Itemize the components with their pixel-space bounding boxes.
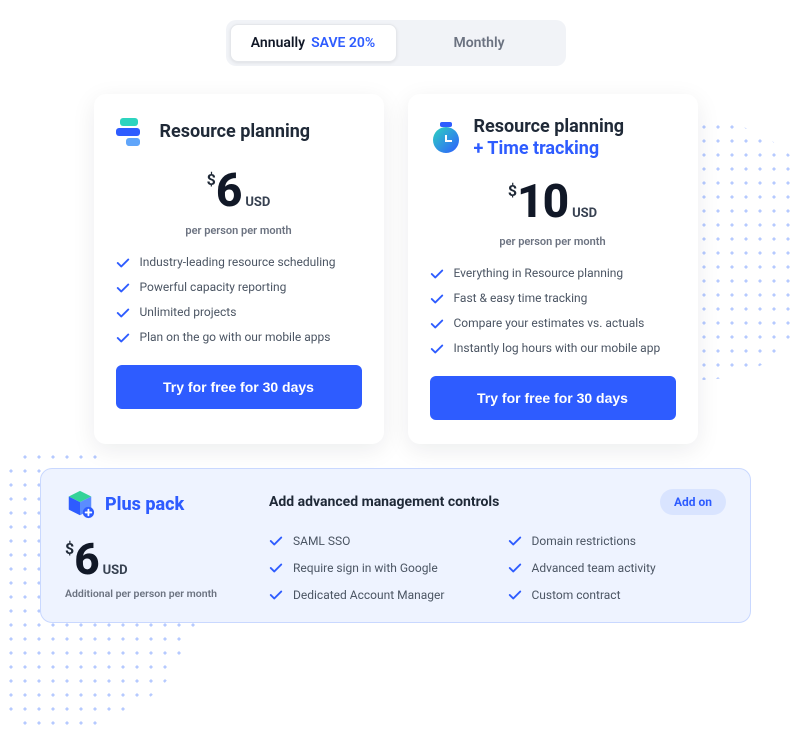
feature-text: Compare your estimates vs. actuals	[454, 316, 645, 330]
stopwatch-icon	[430, 122, 462, 154]
check-icon	[430, 292, 444, 306]
check-icon	[508, 561, 522, 575]
price-usd: USD	[572, 206, 597, 221]
plus-pack-title: Plus pack	[105, 494, 184, 515]
check-icon	[116, 306, 130, 320]
feature-item: Unlimited projects	[116, 305, 362, 320]
feature-text: Dedicated Account Manager	[293, 588, 444, 602]
check-icon	[116, 331, 130, 345]
plus-pack-per: Additional per person per month	[65, 587, 245, 600]
plus-pack-desc: Add advanced management controls	[269, 494, 499, 510]
feature-item: Instantly log hours with our mobile app	[430, 341, 676, 356]
plan-features: Everything in Resource planning Fast & e…	[430, 266, 676, 356]
plus-pack-price: $6 USD	[65, 533, 245, 585]
check-icon	[430, 317, 444, 331]
plus-pack-right: Add advanced management controls Add on …	[269, 489, 726, 602]
plan-title: Resource planning	[160, 121, 311, 143]
feature-item: Advanced team activity	[508, 560, 727, 575]
toggle-annual-save: SAVE 20%	[311, 35, 375, 51]
price-usd: USD	[245, 195, 270, 210]
plan-price: $10 USD	[430, 175, 676, 229]
check-icon	[116, 256, 130, 270]
feature-text: Domain restrictions	[532, 534, 637, 548]
feature-text: Advanced team activity	[532, 561, 656, 575]
feature-text: Everything in Resource planning	[454, 266, 624, 280]
feature-item: Dedicated Account Manager	[269, 587, 488, 602]
plus-pack-features: SAML SSO Domain restrictions Require sig…	[269, 533, 726, 602]
feature-item: Powerful capacity reporting	[116, 280, 362, 295]
feature-text: Fast & easy time tracking	[454, 291, 588, 305]
toggle-annual-label: Annually	[251, 35, 305, 51]
price-currency: $	[207, 170, 216, 189]
check-icon	[269, 534, 283, 548]
feature-item: Plan on the go with our mobile apps	[116, 330, 362, 345]
price-usd: USD	[103, 563, 128, 578]
price-per: per person per month	[116, 224, 362, 237]
check-icon	[508, 534, 522, 548]
feature-text: Plan on the go with our mobile apps	[140, 330, 331, 344]
feature-text: Industry-leading resource scheduling	[140, 255, 336, 269]
check-icon	[116, 281, 130, 295]
price-currency: $	[65, 539, 74, 558]
check-icon	[430, 267, 444, 281]
toggle-monthly[interactable]: Monthly	[397, 24, 562, 62]
plan-title: Resource planning + Time tracking	[474, 116, 625, 159]
bars-icon	[116, 116, 148, 148]
plus-pack-card: Plus pack $6 USD Additional per person pe…	[40, 468, 751, 623]
feature-text: Custom contract	[532, 588, 621, 602]
plan-title-line2: + Time tracking	[474, 138, 600, 159]
feature-item: Industry-leading resource scheduling	[116, 255, 362, 270]
plan-card-time-tracking: Resource planning + Time tracking $10 USD…	[408, 94, 698, 444]
feature-item: Fast & easy time tracking	[430, 291, 676, 306]
price-currency: $	[508, 181, 517, 200]
plan-features: Industry-leading resource scheduling Pow…	[116, 255, 362, 345]
feature-item: Domain restrictions	[508, 533, 727, 548]
plan-price: $6USD	[116, 164, 362, 218]
cube-plus-icon	[65, 489, 95, 519]
cta-button[interactable]: Try for free for 30 days	[116, 365, 362, 409]
feature-item: Everything in Resource planning	[430, 266, 676, 281]
addon-badge: Add on	[660, 489, 726, 515]
feature-item: Compare your estimates vs. actuals	[430, 316, 676, 331]
price-amount: 6	[74, 533, 98, 585]
plan-cards: Resource planning $6USD per person per m…	[0, 94, 791, 444]
cta-button[interactable]: Try for free for 30 days	[430, 376, 676, 420]
plus-pack-left: Plus pack $6 USD Additional per person pe…	[65, 489, 245, 602]
feature-text: Instantly log hours with our mobile app	[454, 341, 661, 355]
check-icon	[508, 588, 522, 602]
plan-title-line1: Resource planning	[160, 121, 311, 142]
check-icon	[269, 561, 283, 575]
toggle-annual[interactable]: Annually SAVE 20%	[230, 24, 397, 62]
plan-card-resource-planning: Resource planning $6USD per person per m…	[94, 94, 384, 444]
toggle-monthly-label: Monthly	[453, 35, 504, 51]
feature-text: Unlimited projects	[140, 305, 237, 319]
check-icon	[430, 342, 444, 356]
price-per: per person per month	[430, 235, 676, 248]
feature-item: SAML SSO	[269, 533, 488, 548]
feature-item: Custom contract	[508, 587, 727, 602]
feature-text: Powerful capacity reporting	[140, 280, 287, 294]
feature-text: SAML SSO	[293, 534, 350, 548]
feature-text: Require sign in with Google	[293, 561, 438, 575]
plan-title-line1: Resource planning	[474, 116, 625, 137]
price-amount: 6	[216, 164, 242, 218]
check-icon	[269, 588, 283, 602]
price-amount: 10	[517, 175, 568, 229]
feature-item: Require sign in with Google	[269, 560, 488, 575]
billing-toggle: Annually SAVE 20% Monthly	[226, 20, 566, 66]
